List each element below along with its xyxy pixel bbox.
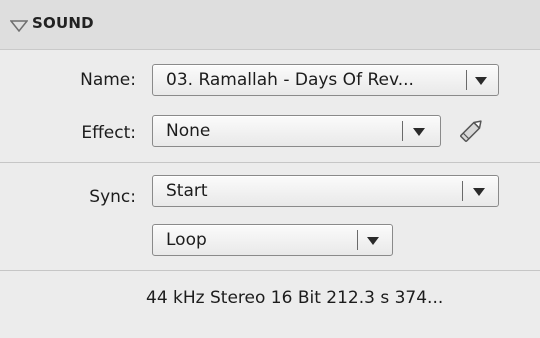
dropdown-separator [466, 70, 467, 90]
effect-value: None [166, 121, 211, 141]
sync-label: Sync: [89, 187, 136, 207]
name-value: 03. Ramallah - Days Of Rev... [166, 70, 414, 90]
section-title: SOUND [32, 14, 94, 32]
chevron-down-icon[interactable] [473, 188, 485, 196]
sync-dropdown[interactable]: Start [152, 175, 499, 207]
sound-info-text: 44 kHz Stereo 16 Bit 212.3 s 374... [146, 288, 444, 308]
repeat-value: Loop [166, 230, 207, 250]
name-dropdown[interactable]: 03. Ramallah - Days Of Rev... [152, 64, 499, 96]
name-label: Name: [80, 70, 136, 90]
sound-section-header[interactable]: SOUND [0, 0, 540, 50]
divider [0, 270, 540, 271]
dropdown-separator [402, 121, 403, 141]
effect-label: Effect: [81, 123, 136, 143]
repeat-dropdown[interactable]: Loop [152, 224, 393, 256]
sync-value: Start [166, 181, 208, 201]
chevron-down-icon[interactable] [475, 77, 487, 85]
effect-dropdown[interactable]: None [152, 115, 441, 147]
divider [0, 162, 540, 163]
chevron-down-icon[interactable] [413, 128, 425, 136]
sound-panel: SOUND Name: 03. Ramallah - Days Of Rev..… [0, 0, 540, 338]
pencil-icon[interactable] [456, 116, 486, 146]
chevron-down-icon[interactable] [367, 237, 379, 245]
dropdown-separator [462, 181, 463, 201]
collapse-triangle-icon[interactable] [10, 20, 28, 32]
dropdown-separator [357, 230, 358, 250]
